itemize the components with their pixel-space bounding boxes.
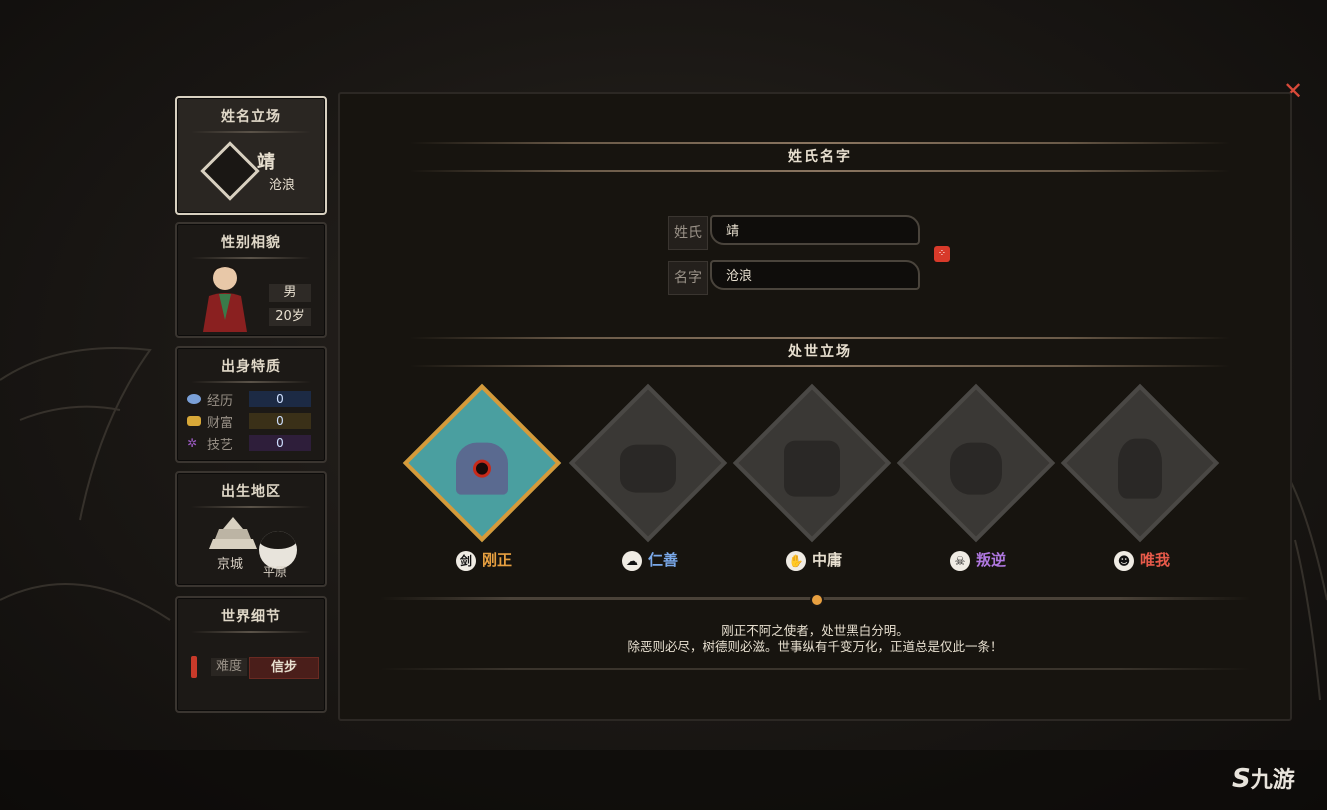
surname-label: 姓氏 bbox=[668, 216, 708, 250]
sidebar-given-name: 沧浪 bbox=[269, 178, 296, 193]
surname-field[interactable]: 靖 bbox=[710, 215, 920, 245]
birthplace-card-title: 出生地区 bbox=[177, 481, 325, 508]
name-section-title: 姓氏名字 bbox=[410, 142, 1230, 172]
stance-emblem-icon: ☠ bbox=[949, 550, 970, 571]
stat-label: 经历 bbox=[207, 393, 234, 409]
stat-value-experience: 0 bbox=[249, 391, 311, 407]
skill-icon: ✲ bbox=[187, 436, 198, 450]
gender-card-title: 性别相貌 bbox=[177, 232, 325, 259]
stance-option-zhongyong[interactable]: ✋ 中庸 bbox=[732, 383, 894, 579]
gender-card[interactable]: 性别相貌 男 20岁 bbox=[175, 222, 327, 338]
stance-portrait bbox=[568, 383, 728, 543]
world-card-title: 世界细节 bbox=[177, 606, 325, 633]
birthplace-city: 京城 bbox=[217, 557, 244, 572]
main-panel: 姓氏名字 姓氏 靖 ⁘ 名字 沧浪 处世立场 剑刚正 ☁ 仁善 ✋ 中庸 ☠ 叛逆 bbox=[338, 92, 1292, 721]
random-dice-icon[interactable]: ⁘ bbox=[934, 246, 950, 262]
stat-value-wealth: 0 bbox=[249, 413, 311, 429]
stance-portrait bbox=[896, 383, 1056, 543]
stat-label: 技艺 bbox=[207, 437, 234, 453]
stance-emblem-icon: ☁ bbox=[621, 550, 642, 571]
age-value: 20岁 bbox=[269, 308, 311, 326]
sword-icon bbox=[191, 656, 197, 678]
wealth-icon bbox=[187, 416, 201, 426]
selection-indicator-icon bbox=[810, 593, 824, 607]
origin-card[interactable]: 出身特质 经历 0 财富 0 ✲ 技艺 0 bbox=[175, 346, 327, 463]
stat-label: 财富 bbox=[207, 415, 234, 431]
stance-emblem-icon: 剑 bbox=[455, 550, 476, 571]
birthplace-card[interactable]: 出生地区 京城 平原 bbox=[175, 471, 327, 587]
stance-option-panni[interactable]: ☠ 叛逆 bbox=[896, 383, 1058, 579]
stance-emblem-icon: ☻ bbox=[1113, 550, 1134, 571]
difficulty-value[interactable]: 信步 bbox=[249, 657, 319, 679]
stance-portrait bbox=[732, 383, 892, 543]
stat-row-experience: 经历 bbox=[187, 390, 234, 409]
sidebar-surname: 靖 bbox=[257, 152, 275, 173]
stance-emblem-icon bbox=[200, 141, 260, 201]
stance-portrait bbox=[402, 383, 562, 543]
description-bottom-divider bbox=[380, 668, 1250, 670]
stance-label: 剑刚正 bbox=[404, 549, 564, 571]
difficulty-label: 难度 bbox=[211, 658, 247, 676]
given-name-label: 名字 bbox=[668, 261, 708, 295]
world-card[interactable]: 世界细节 难度 信步 bbox=[175, 596, 327, 713]
stance-name: 刚正 bbox=[481, 551, 512, 569]
stance-option-gangzheng[interactable]: 剑刚正 bbox=[402, 383, 564, 579]
stat-row-skill: ✲ 技艺 bbox=[187, 434, 234, 453]
capital-city-icon bbox=[209, 517, 257, 549]
watermark-text: 九游 bbox=[1250, 768, 1295, 793]
origin-card-title: 出身特质 bbox=[177, 356, 325, 383]
stat-row-wealth: 财富 bbox=[187, 412, 234, 431]
given-name-field[interactable]: 沧浪 bbox=[710, 260, 920, 290]
character-portrait bbox=[203, 266, 247, 332]
experience-icon bbox=[187, 394, 201, 404]
stance-name: 唯我 bbox=[1139, 551, 1170, 569]
name-card-title: 姓名立场 bbox=[177, 106, 325, 133]
stance-option-weiwo[interactable]: ☻ 唯我 bbox=[1060, 383, 1222, 579]
stance-name: 中庸 bbox=[811, 551, 842, 569]
watermark-s-icon: S bbox=[1232, 764, 1251, 794]
stance-label: ☁ 仁善 bbox=[570, 549, 730, 571]
stance-name: 仁善 bbox=[647, 551, 678, 569]
birthplace-terrain: 平原 bbox=[263, 565, 288, 579]
gender-value: 男 bbox=[269, 284, 311, 302]
stance-name: 叛逆 bbox=[975, 551, 1006, 569]
stance-label: ☻ 唯我 bbox=[1062, 549, 1222, 571]
stance-label: ☠ 叛逆 bbox=[898, 549, 1058, 571]
watermark-logo: S九游 bbox=[1232, 762, 1295, 794]
stance-label: ✋ 中庸 bbox=[734, 549, 894, 571]
stance-emblem-icon: ✋ bbox=[785, 550, 806, 571]
stance-section-title: 处世立场 bbox=[410, 337, 1230, 367]
stance-description-line2: 除恶则必尽，树德则必滋。世事纵有千变万化，正道总是仅此一条！ bbox=[627, 639, 1003, 654]
stat-value-skill: 0 bbox=[249, 435, 311, 451]
stance-portrait bbox=[1060, 383, 1220, 543]
name-card[interactable]: 姓名立场 靖 沧浪 bbox=[175, 96, 327, 215]
stance-option-renshan[interactable]: ☁ 仁善 bbox=[568, 383, 730, 579]
